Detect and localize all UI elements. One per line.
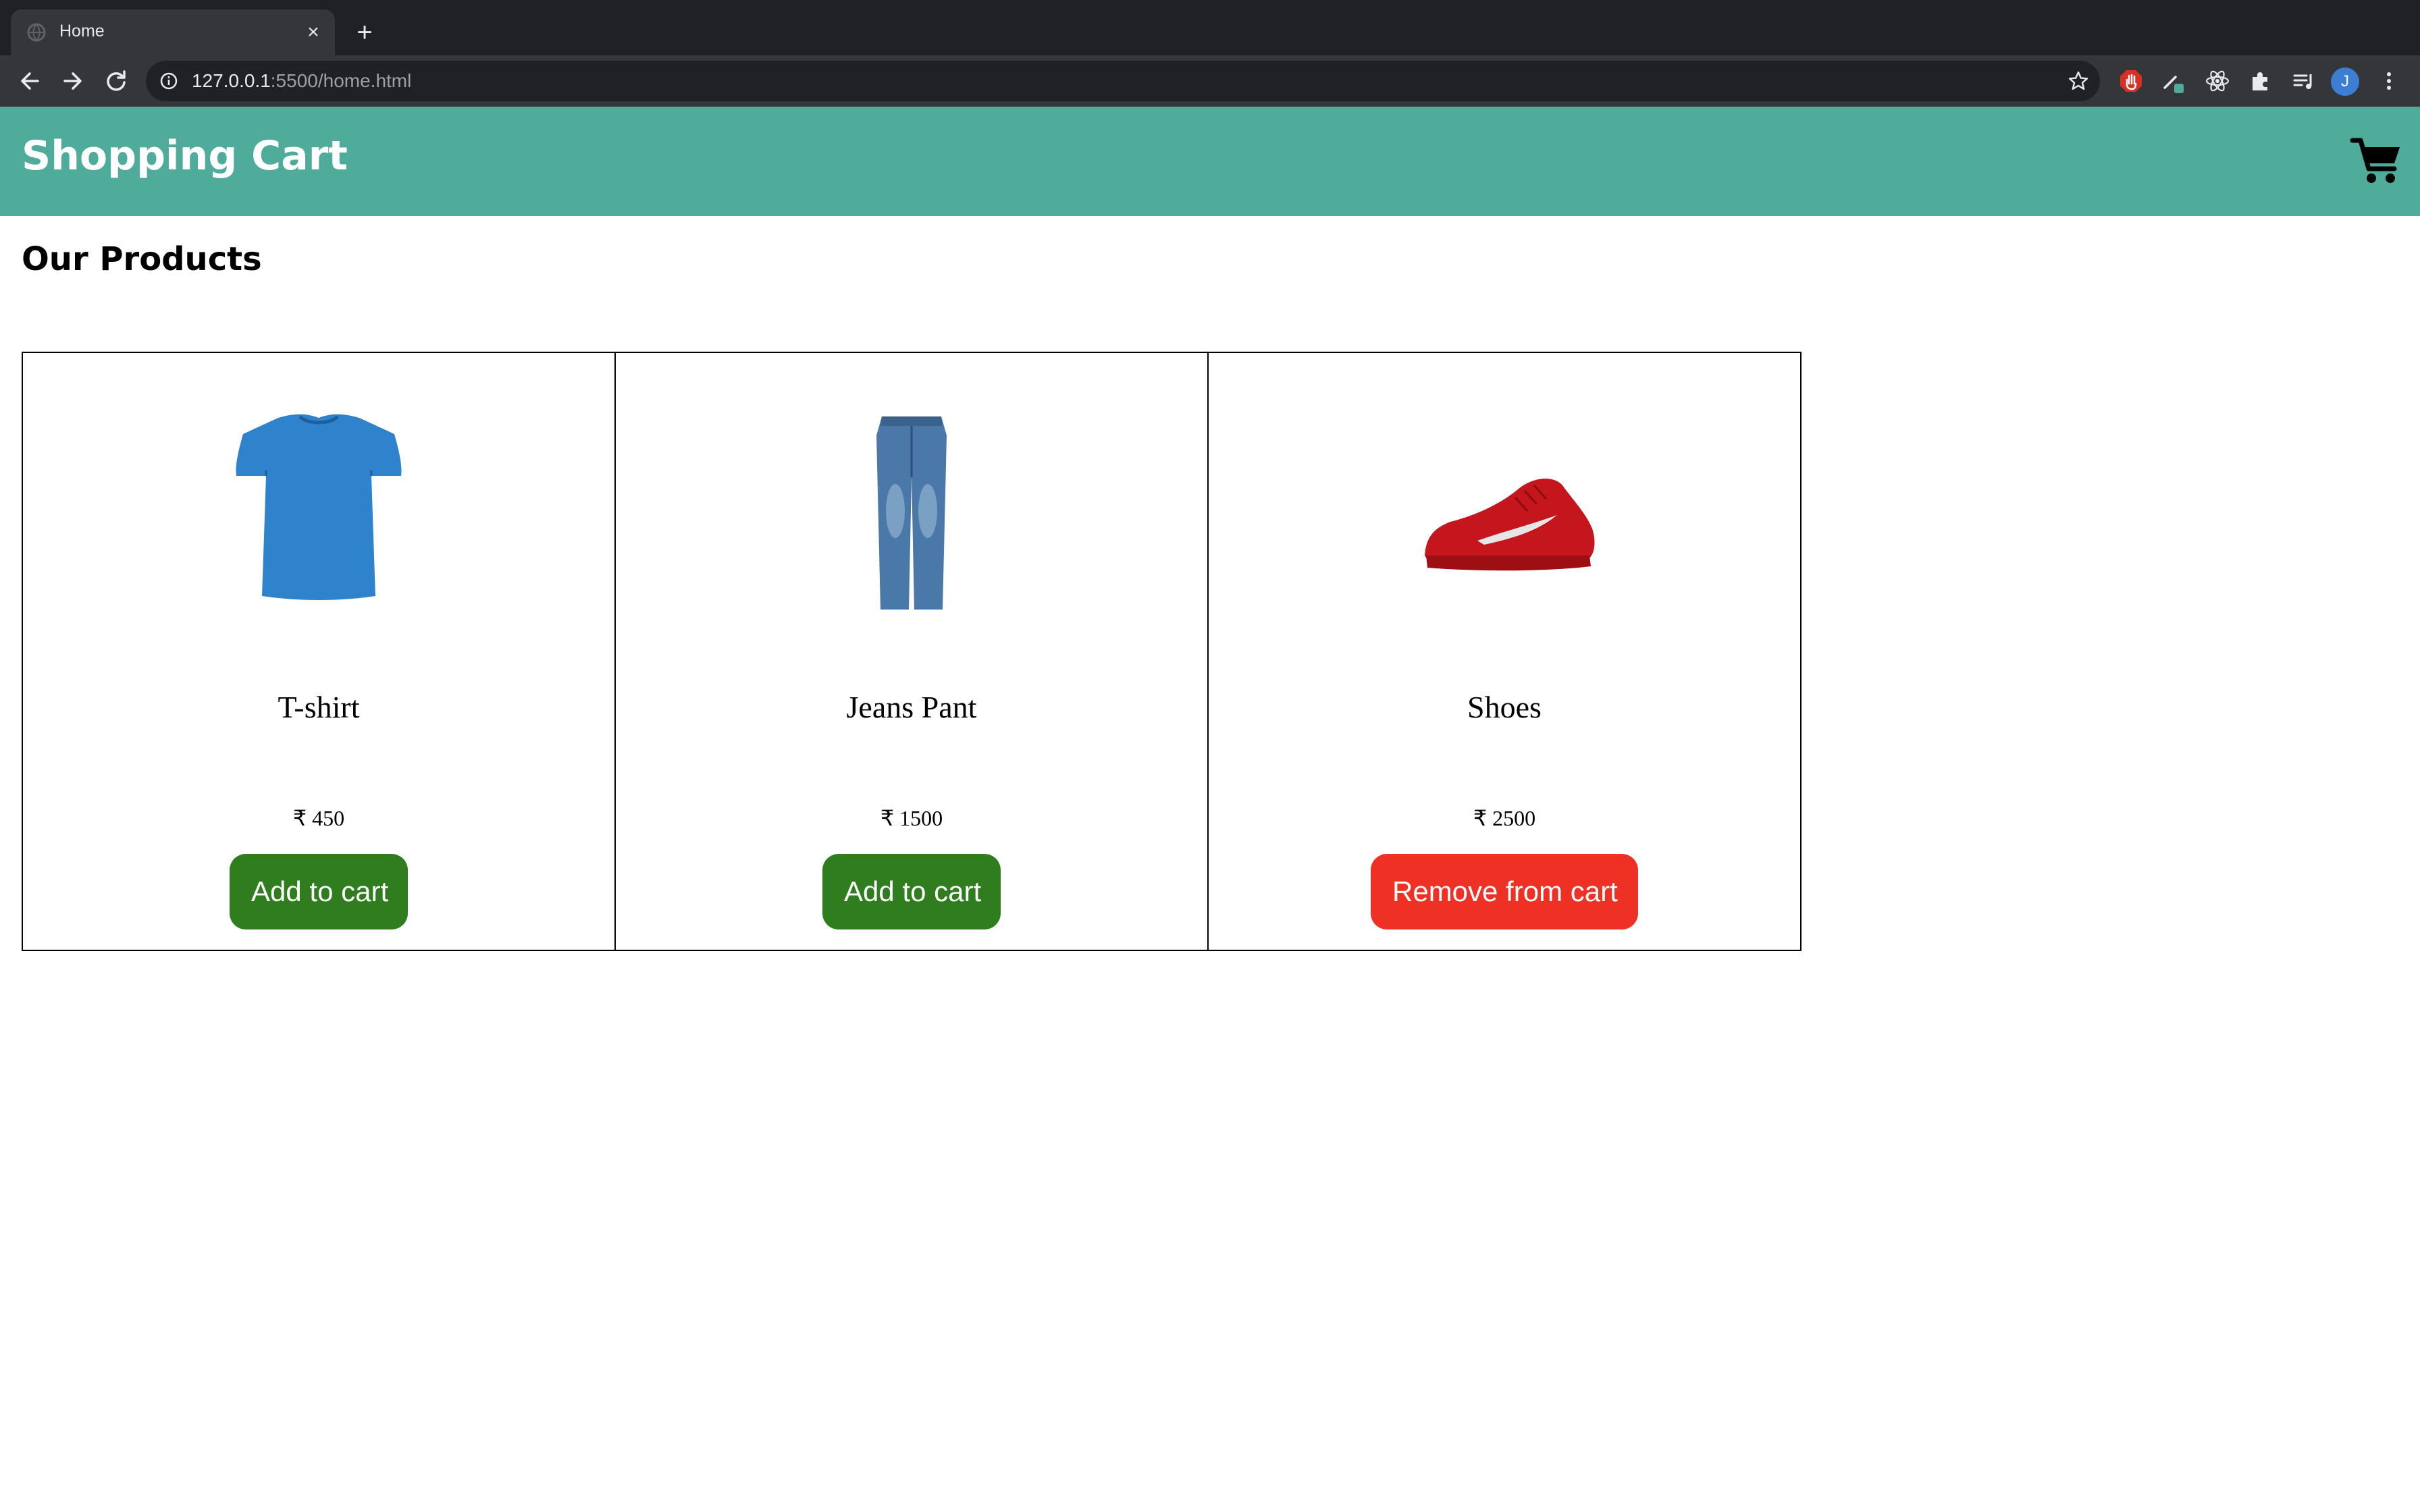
pen-extension-icon[interactable] (2159, 68, 2186, 94)
product-price: ₹ 1500 (880, 806, 943, 830)
url-path: :5500/home.html (270, 70, 412, 91)
add-to-cart-button[interactable]: Add to cart (230, 854, 408, 929)
product-card: Shoes ₹ 2500 Remove from cart (1207, 352, 1801, 951)
bookmark-star-icon[interactable] (2068, 70, 2089, 92)
remove-from-cart-button[interactable]: Remove from cart (1371, 854, 1638, 929)
react-devtools-icon[interactable] (2204, 68, 2231, 94)
product-card: T-shirt ₹ 450 Add to cart (22, 352, 616, 951)
url-text: 127.0.0.1:5500/home.html (192, 70, 411, 92)
product-name: Shoes (1467, 690, 1542, 724)
address-bar[interactable]: 127.0.0.1:5500/home.html (146, 61, 2100, 101)
browser-tab-home[interactable]: Home × (11, 9, 335, 55)
tshirt-image (236, 414, 402, 600)
shoes-image (1425, 479, 1595, 571)
product-price: ₹ 2500 (1473, 806, 1536, 830)
forward-arrow-icon[interactable] (57, 65, 89, 97)
product-card: Jeans Pant ₹ 1500 Add to cart (614, 352, 1209, 951)
extensions-puzzle-icon[interactable] (2247, 68, 2274, 94)
more-menu-icon[interactable] (2375, 68, 2402, 94)
reload-icon[interactable] (100, 65, 132, 97)
browser-tabstrip: Home × + (0, 0, 2420, 55)
browser-toolbar: 127.0.0.1:5500/home.html J (0, 55, 2420, 107)
product-grid: T-shirt ₹ 450 Add to cart Jeans Pant ₹ 1… (22, 352, 1801, 951)
new-tab-button[interactable]: + (350, 18, 379, 47)
globe-icon (27, 23, 46, 42)
info-icon[interactable] (159, 72, 178, 90)
back-arrow-icon[interactable] (14, 65, 46, 97)
tab-title: Home (59, 22, 105, 40)
cart-icon[interactable] (2350, 134, 2404, 188)
url-host: 127.0.0.1 (192, 70, 271, 91)
adblock-extension-icon[interactable] (2118, 68, 2145, 94)
jeans-image (876, 416, 947, 610)
add-to-cart-button[interactable]: Add to cart (822, 854, 1001, 929)
product-price: ₹ 450 (292, 806, 345, 830)
product-name: T-shirt (278, 690, 360, 724)
close-tab-icon[interactable]: × (300, 19, 327, 46)
app-header: Shopping Cart (0, 107, 2420, 216)
profile-avatar[interactable]: J (2331, 68, 2359, 96)
app-title: Shopping Cart (22, 132, 348, 180)
media-queue-icon[interactable] (2290, 68, 2317, 94)
product-name: Jeans Pant (846, 690, 977, 724)
section-title: Our Products (22, 240, 262, 278)
